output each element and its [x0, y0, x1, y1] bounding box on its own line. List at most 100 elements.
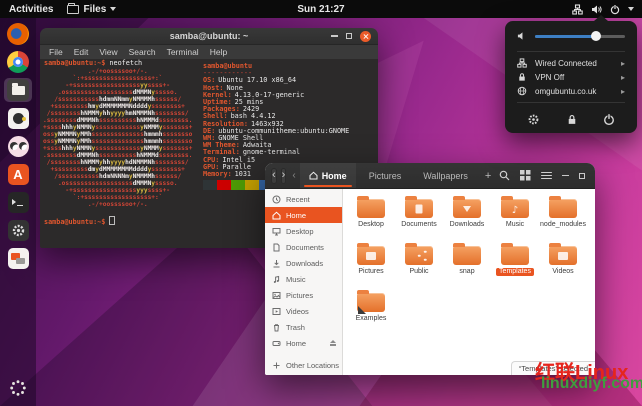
dock-item-terminal[interactable]	[4, 190, 32, 214]
top-bar: Activities Files Sun 21:27	[0, 0, 642, 18]
chevron-down-icon	[110, 7, 116, 11]
dock-item-firefox[interactable]	[4, 22, 32, 46]
terminal-cursor	[109, 216, 115, 225]
minimize-button[interactable]	[331, 35, 338, 37]
dock-item-files[interactable]	[4, 78, 32, 102]
lock-button[interactable]	[566, 113, 578, 126]
settings-button[interactable]	[527, 113, 540, 126]
folder-label: Videos	[552, 268, 573, 276]
dock-item-camera-app[interactable]	[4, 106, 32, 130]
system-status-area[interactable]	[572, 4, 642, 15]
folder-documents[interactable]: Documents	[396, 195, 442, 240]
folder-icon	[405, 246, 433, 265]
tab-label: Home	[322, 171, 347, 181]
files-headerbar[interactable]: ‹ › ‹ Home Pictures Wallpapers +	[265, 163, 595, 189]
sidebar-item-documents[interactable]: Documents	[265, 239, 342, 255]
sidebar-item-home[interactable]: Home	[265, 207, 342, 223]
folder-desktop[interactable]: Desktop	[348, 195, 394, 240]
sidebar-label: Pictures	[286, 291, 313, 300]
sidebar-item-videos[interactable]: Videos	[265, 303, 342, 319]
tab-home[interactable]: Home	[300, 163, 356, 188]
vpn-menu-item[interactable]: VPN Off ▸	[505, 70, 637, 84]
folder-snap[interactable]: snap	[444, 242, 490, 287]
new-tab-button[interactable]: +	[481, 170, 495, 182]
sidebar-label: Recent	[286, 195, 310, 204]
show-applications-icon	[9, 379, 27, 397]
view-grid-icon[interactable]	[520, 170, 531, 181]
folder-node-modules[interactable]: node_modules	[540, 195, 586, 240]
tab-label: Wallpapers	[423, 171, 468, 181]
menu-item-label: Wired Connected	[535, 59, 597, 68]
wired-menu-item[interactable]: Wired Connected ▸	[505, 56, 637, 70]
lock-icon	[517, 72, 527, 82]
menu-view[interactable]: View	[99, 47, 117, 57]
dock-item-settings[interactable]	[4, 218, 32, 242]
forward-button[interactable]: ›	[281, 168, 287, 184]
sidebar-item-music[interactable]: Music	[265, 271, 342, 287]
shell-prompt: samba@ubuntu:~$	[44, 59, 105, 67]
menu-file[interactable]: File	[49, 47, 63, 57]
folder-label: Desktop	[358, 221, 384, 229]
folder-pictures[interactable]: Pictures	[348, 242, 394, 287]
volume-slider[interactable]	[535, 35, 625, 38]
volume-row	[505, 21, 637, 47]
home-icon	[272, 211, 281, 220]
menu-terminal[interactable]: Terminal	[167, 47, 199, 57]
close-button[interactable]	[360, 31, 371, 42]
menu-edit[interactable]: Edit	[74, 47, 89, 57]
maximize-button[interactable]	[579, 173, 585, 179]
sidebar-item-downloads[interactable]: Downloads	[265, 255, 342, 271]
clock[interactable]: Sun 21:27	[297, 4, 344, 15]
sidebar-label: Desktop	[286, 227, 314, 236]
eject-icon[interactable]	[330, 340, 336, 345]
terminal-titlebar[interactable]: samba@ubuntu: ~	[40, 28, 378, 45]
files-sidebar: Recent Home Desktop Documents Downloads	[265, 189, 343, 375]
link-emblem-icon	[358, 306, 366, 314]
folder-label: Pictures	[358, 268, 383, 276]
dock-item-app-a[interactable]: A	[4, 162, 32, 186]
dock-item-software[interactable]	[4, 246, 32, 270]
menu-help[interactable]: Help	[210, 47, 227, 57]
minimize-button[interactable]	[562, 175, 569, 177]
folder-templates[interactable]: Templates	[492, 242, 538, 287]
volume-slider-knob[interactable]	[591, 31, 601, 41]
software-icon	[8, 248, 29, 269]
sidebar-item-recent[interactable]: Recent	[265, 191, 342, 207]
website-menu-item[interactable]: omgubuntu.co.uk ▸	[505, 84, 637, 98]
app-menu-button[interactable]: Files	[67, 4, 116, 15]
folder-label: Examples	[356, 315, 387, 323]
folder-icon	[501, 199, 529, 218]
tab-wallpapers[interactable]: Wallpapers	[414, 163, 477, 188]
status-bar: “Templates” selected	[511, 361, 595, 375]
files-content[interactable]: Desktop Documents Downloads Music node_m…	[343, 189, 595, 375]
sidebar-label: Home	[286, 339, 306, 348]
activities-button[interactable]: Activities	[9, 4, 53, 15]
sidebar-item-desktop[interactable]: Desktop	[265, 223, 342, 239]
folder-downloads[interactable]: Downloads	[444, 195, 490, 240]
maximize-button[interactable]	[346, 33, 352, 39]
show-applications-button[interactable]	[4, 376, 32, 400]
sidebar-label: Trash	[286, 323, 305, 332]
sidebar-item-trash[interactable]: Trash	[265, 319, 342, 335]
sidebar-item-other-locations[interactable]: Other Locations	[265, 357, 342, 373]
tab-scroll-left-icon[interactable]: ‹	[292, 170, 295, 181]
menu-search[interactable]: Search	[129, 47, 156, 57]
dock-item-chrome[interactable]	[4, 50, 32, 74]
sidebar-item-pictures[interactable]: Pictures	[265, 287, 342, 303]
back-button[interactable]: ‹	[271, 168, 277, 184]
terminal-window-title: samba@ubuntu: ~	[40, 31, 378, 41]
folder-icon	[501, 246, 529, 265]
folder-label: Downloads	[450, 221, 485, 229]
menu-icon[interactable]	[541, 172, 552, 180]
gear-icon	[527, 113, 540, 126]
folder-videos[interactable]: Videos	[540, 242, 586, 287]
dock-item-owl-app[interactable]	[4, 134, 32, 158]
power-button[interactable]	[603, 113, 615, 126]
tab-pictures[interactable]: Pictures	[360, 163, 411, 188]
search-icon[interactable]	[499, 170, 510, 181]
folder-examples[interactable]: Examples	[348, 289, 394, 334]
folder-music[interactable]: Music	[492, 195, 538, 240]
sidebar-item-home-drive[interactable]: Home	[265, 335, 342, 351]
folder-icon	[549, 199, 577, 218]
folder-public[interactable]: Public	[396, 242, 442, 287]
